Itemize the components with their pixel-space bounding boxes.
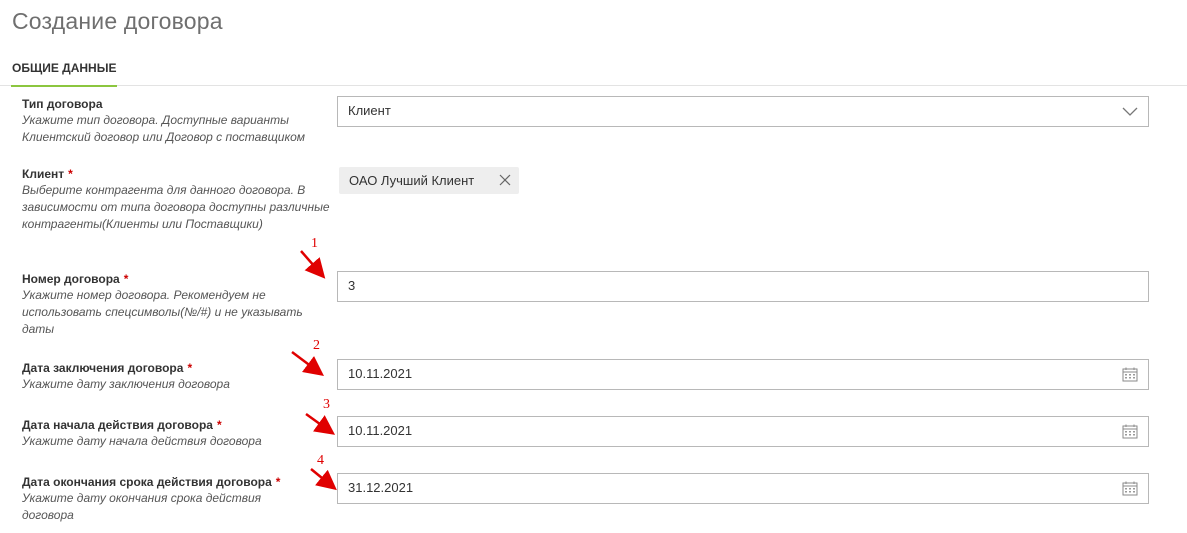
start-date-value: 10.11.2021 [348, 423, 413, 438]
conclusion-date-value: 10.11.2021 [348, 366, 413, 381]
contract-create-page: Создание договора ОБЩИЕ ДАННЫЕ Тип догов… [0, 0, 1187, 533]
required-mark: * [123, 272, 129, 286]
contract-type-select[interactable]: Клиент [337, 96, 1149, 127]
required-mark: * [68, 167, 73, 181]
required-mark: * [187, 361, 193, 375]
annotation-number: 2 [313, 338, 320, 353]
start-date-label: Дата начала действия договора * Укажите д… [22, 418, 332, 450]
contract-type-title: Тип договора [22, 97, 103, 111]
conclusion-date-label: Дата заключения договора * Укажите дату з… [22, 361, 332, 393]
annotation-number: 3 [323, 397, 330, 412]
contract-number-value: 3 [348, 278, 356, 293]
calendar-icon[interactable] [1122, 367, 1138, 382]
end-date-title: Дата окончания срока действия договора [22, 475, 272, 489]
annotation-number: 1 [311, 236, 318, 251]
conclusion-date-hint: Укажите дату заключения договора [22, 377, 230, 391]
calendar-icon[interactable] [1122, 424, 1138, 439]
contract-type-value: Клиент [348, 103, 391, 118]
end-date-input[interactable]: 31.12.2021 [337, 473, 1149, 504]
start-date-title: Дата начала действия договора [22, 418, 213, 432]
contract-number-hint: Укажите номер договора. Рекомендуем не и… [22, 288, 303, 336]
contract-type-hint: Укажите тип договора. Доступные варианты… [22, 113, 306, 144]
end-date-hint: Укажите дату окончания срока действия до… [22, 491, 262, 522]
client-tag-label: ОАО Лучший Клиент [349, 173, 475, 188]
start-date-hint: Укажите дату начала действия договора [22, 434, 262, 448]
tab-bar: ОБЩИЕ ДАННЫЕ [0, 59, 1187, 87]
client-label: Клиент * Выберите контрагента для данного… [22, 167, 332, 233]
calendar-icon[interactable] [1122, 481, 1138, 496]
end-date-label: Дата окончания срока действия договора * … [22, 475, 332, 524]
client-tag[interactable]: ОАО Лучший Клиент [339, 167, 519, 194]
contract-number-label: Номер договора * Укажите номер договора. … [22, 272, 332, 338]
tab-general-data[interactable]: ОБЩИЕ ДАННЫЕ [11, 59, 118, 87]
start-date-input[interactable]: 10.11.2021 [337, 416, 1149, 447]
client-hint: Выберите контрагента для данного договор… [22, 183, 330, 231]
contract-type-label: Тип договора Укажите тип договора. Досту… [22, 97, 332, 146]
contract-number-input[interactable]: 3 [337, 271, 1149, 302]
required-mark: * [275, 475, 281, 489]
required-mark: * [216, 418, 222, 432]
conclusion-date-title: Дата заключения договора [22, 361, 184, 375]
close-icon[interactable] [499, 174, 511, 186]
end-date-value: 31.12.2021 [348, 480, 414, 495]
client-title: Клиент [22, 167, 65, 181]
chevron-down-icon[interactable] [1122, 104, 1138, 118]
contract-number-title: Номер договора [22, 272, 120, 286]
annotation-number: 4 [317, 453, 324, 468]
page-title: Создание договора [12, 8, 223, 34]
conclusion-date-input[interactable]: 10.11.2021 [337, 359, 1149, 390]
